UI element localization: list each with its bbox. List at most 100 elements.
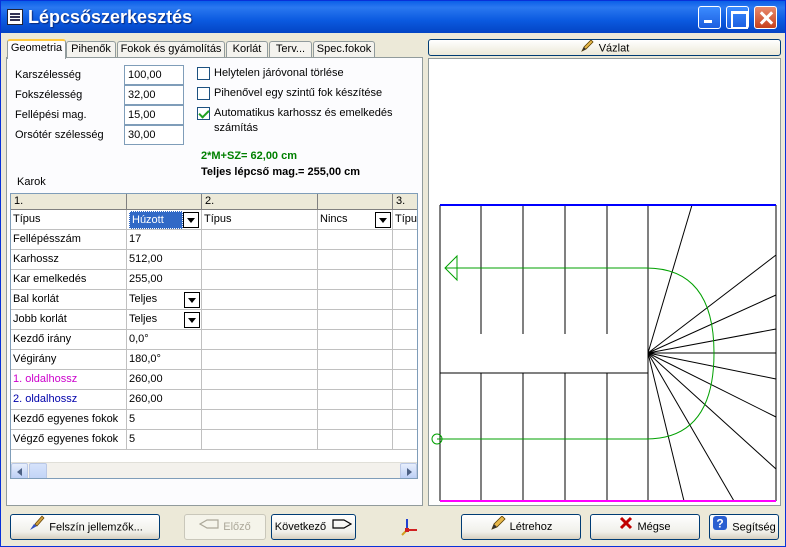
dropdown-arrow-icon[interactable] [184, 292, 200, 308]
grid-row-value[interactable]: 260,00 [127, 370, 202, 390]
tab-spec-fokok[interactable]: Spec.fokok [313, 41, 375, 58]
grid-cell[interactable] [318, 370, 393, 390]
grid-cell[interactable] [202, 430, 318, 450]
grid-row-label[interactable]: 1. oldalhossz [11, 370, 127, 390]
grid-cell-col3-tipus[interactable]: Típu [393, 210, 417, 230]
stair-plan-drawing [431, 204, 777, 502]
grid-cell[interactable] [202, 290, 318, 310]
axes-icon[interactable] [399, 516, 419, 536]
grid-cell[interactable] [202, 410, 318, 430]
vazlat-button[interactable]: Vázlat [428, 39, 781, 56]
grid-cell[interactable] [318, 310, 393, 330]
scroll-left-icon[interactable] [11, 463, 28, 478]
stair-sketch-canvas[interactable] [428, 58, 781, 506]
dropdown-arrow-icon[interactable] [375, 212, 391, 228]
scroll-thumb[interactable] [29, 463, 47, 478]
grid-col-header-2b[interactable] [318, 194, 393, 210]
megse-button[interactable]: Mégse [590, 514, 700, 540]
tab-fokok[interactable]: Fokok és gyámolítás [117, 41, 225, 58]
tipus-dropdown-value[interactable]: Húzott kar [129, 211, 183, 243]
scroll-right-icon[interactable] [400, 463, 417, 478]
grid-cell[interactable] [393, 370, 417, 390]
grid-cell[interactable] [318, 350, 393, 370]
grid-cell[interactable] [202, 350, 318, 370]
karszelesseg-input[interactable]: 100,00 [124, 65, 184, 85]
grid-row-label[interactable]: Kezdő irány [11, 330, 127, 350]
tab-korlat[interactable]: Korlát [226, 41, 268, 58]
maximize-button[interactable] [726, 6, 749, 29]
grid-cell[interactable] [393, 230, 417, 250]
grid-cell[interactable] [393, 250, 417, 270]
dropdown-arrow-icon[interactable] [183, 212, 199, 228]
grid-cell-col2-tipus[interactable]: Típus [202, 210, 318, 230]
grid-row-label[interactable]: Típus [11, 210, 127, 230]
grid-row-value[interactable]: 255,00 [127, 270, 202, 290]
grid-row-label[interactable]: Kezdő egyenes fokok [11, 410, 127, 430]
grid-cell[interactable] [202, 270, 318, 290]
minimize-button[interactable] [698, 6, 721, 29]
grid-row-label[interactable]: Végző egyenes fokok [11, 430, 127, 450]
grid-row-value[interactable]: 512,00 [127, 250, 202, 270]
grid-cell[interactable] [202, 330, 318, 350]
grid-cell[interactable] [202, 250, 318, 270]
close-button[interactable] [754, 6, 777, 29]
grid-row-value[interactable]: 5 [127, 410, 202, 430]
title-bar[interactable]: Lépcsőszerkesztés [1, 1, 785, 33]
dropdown-arrow-icon[interactable] [184, 312, 200, 328]
grid-cell[interactable] [202, 370, 318, 390]
grid-cell[interactable] [202, 310, 318, 330]
grid-cell[interactable] [393, 330, 417, 350]
grid-row-label[interactable]: Jobb korlát [11, 310, 127, 330]
grid-cell[interactable] [318, 250, 393, 270]
grid-cell[interactable] [393, 290, 417, 310]
karok-grid[interactable]: 1. 2. 3. Típus Típus Nincs Típu Húzott kar Fe… [10, 193, 418, 479]
grid-cell[interactable] [393, 430, 417, 450]
grid-col-header-1[interactable]: 1. [11, 194, 127, 210]
grid-cell[interactable] [393, 350, 417, 370]
grid-col-header-1b[interactable] [127, 194, 202, 210]
grid-row-label[interactable]: Végirány [11, 350, 127, 370]
grid-row-label[interactable]: Bal korlát [11, 290, 127, 310]
grid-cell[interactable] [202, 390, 318, 410]
grid-cell[interactable] [318, 390, 393, 410]
grid-cell[interactable] [393, 270, 417, 290]
svg-text:?: ? [717, 517, 724, 531]
helytelen-jarovonal-checkbox[interactable] [197, 67, 210, 80]
grid-cell[interactable] [318, 330, 393, 350]
grid-row-value[interactable]: 260,00 [127, 390, 202, 410]
grid-row-label[interactable]: 2. oldalhossz [11, 390, 127, 410]
grid-row-value[interactable]: 5 [127, 430, 202, 450]
grid-cell[interactable] [318, 270, 393, 290]
grid-cell[interactable] [202, 230, 318, 250]
grid-cell[interactable] [318, 430, 393, 450]
grid-cell[interactable] [393, 390, 417, 410]
orsoter-input[interactable]: 30,00 [124, 125, 184, 145]
pihenovel-checkbox[interactable] [197, 87, 210, 100]
letrehoz-button[interactable]: Létrehoz [461, 514, 581, 540]
grid-row-label[interactable]: Kar emelkedés [11, 270, 127, 290]
fokszelesseg-input[interactable]: 32,00 [124, 85, 184, 105]
grid-row-value[interactable]: 17 [127, 230, 202, 250]
fellepesi-mag-input[interactable]: 15,00 [124, 105, 184, 125]
grid-row-value[interactable]: 0,0° [127, 330, 202, 350]
grid-row-label[interactable]: Karhossz [11, 250, 127, 270]
grid-row-value[interactable]: 180,0° [127, 350, 202, 370]
grid-cell[interactable] [393, 410, 417, 430]
felszin-jellemzok-button[interactable]: Felszín jellemzők... [10, 514, 160, 540]
grid-col-header-2[interactable]: 2. [202, 194, 318, 210]
grid-cell[interactable] [318, 410, 393, 430]
tab-pihenok[interactable]: Pihenők [66, 41, 116, 58]
automatikus-label: Automatikus karhossz és emelkedés [214, 107, 393, 119]
grid-row-label[interactable]: Fellépésszám [11, 230, 127, 250]
grid-cell[interactable] [318, 230, 393, 250]
tab-terv[interactable]: Terv... [269, 41, 312, 58]
grid-horizontal-scrollbar[interactable] [11, 462, 417, 478]
segitseg-button[interactable]: ? Segítség [709, 514, 779, 540]
grid-col-header-3[interactable]: 3. [393, 194, 417, 210]
automatikus-checkbox[interactable] [197, 107, 210, 120]
kovetkezo-button[interactable]: Következő [271, 514, 356, 540]
elozo-button[interactable]: Előző [184, 514, 266, 540]
grid-cell[interactable] [393, 310, 417, 330]
grid-cell[interactable] [318, 290, 393, 310]
tab-geometria[interactable]: Geometria [7, 39, 66, 59]
